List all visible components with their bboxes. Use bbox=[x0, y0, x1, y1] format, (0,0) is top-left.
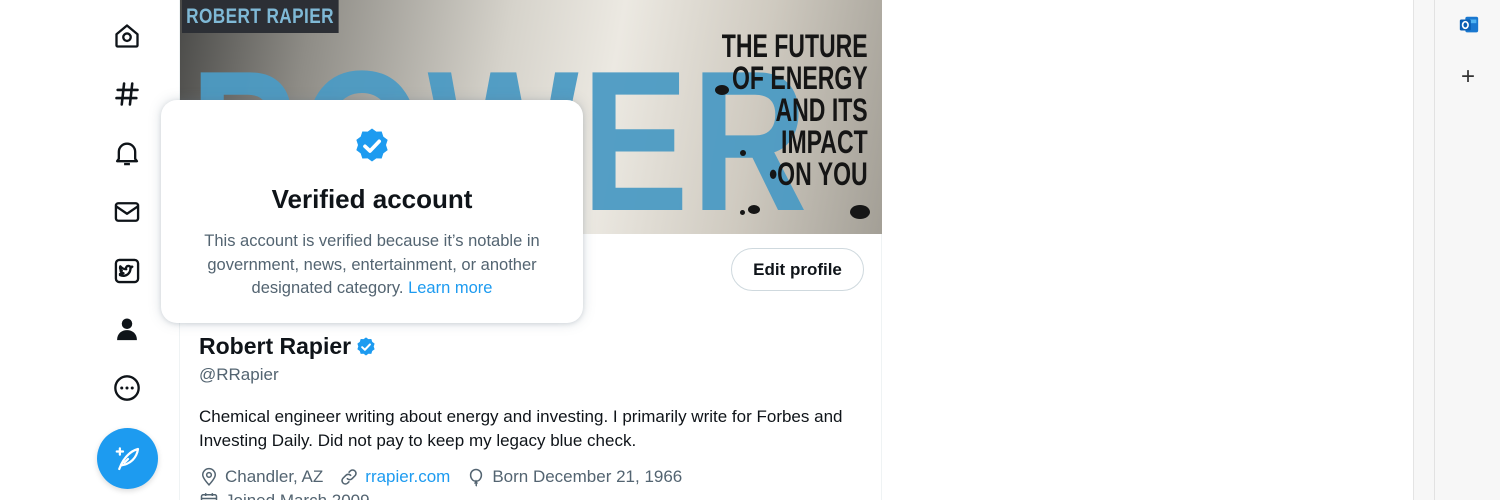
browser-sidebar: + bbox=[1413, 0, 1500, 500]
birthday-text: Born December 21, 1966 bbox=[492, 467, 683, 486]
balloon-icon bbox=[470, 468, 483, 487]
profile-birthday: Born December 21, 1966 bbox=[466, 467, 682, 487]
website-link[interactable]: rrapier.com bbox=[365, 467, 450, 487]
ink-splat bbox=[740, 150, 746, 156]
profile-name: Robert Rapier bbox=[199, 333, 352, 359]
banner-tagline-line: THE FUTURE bbox=[722, 28, 868, 64]
location-text: Chandler, AZ bbox=[225, 467, 324, 486]
banner-tagline-line: AND ITS bbox=[775, 92, 868, 128]
link-icon bbox=[341, 469, 358, 485]
nav-notifications[interactable] bbox=[110, 136, 144, 170]
profile-name-row: Robert Rapier bbox=[199, 333, 377, 360]
popover-body: This account is verified because it’s no… bbox=[183, 230, 561, 301]
verified-badge-icon bbox=[356, 128, 388, 162]
profile-website[interactable]: rrapier.com bbox=[339, 467, 450, 487]
verified-badge-icon[interactable] bbox=[355, 336, 377, 358]
more-circle-icon bbox=[114, 375, 140, 401]
profile-handle: @RRapier bbox=[199, 365, 279, 384]
banner-author-tag: ROBERT RAPIER bbox=[182, 0, 339, 33]
nav-home[interactable] bbox=[110, 19, 144, 53]
location-pin-icon bbox=[201, 467, 217, 487]
ink-splat bbox=[748, 205, 760, 214]
person-icon bbox=[117, 318, 137, 341]
nav-explore[interactable] bbox=[110, 77, 144, 111]
ink-splat bbox=[740, 210, 745, 215]
banner-tagline-line: OF ENERGY bbox=[732, 60, 868, 96]
compose-tweet-button[interactable] bbox=[97, 428, 158, 489]
home-icon bbox=[115, 24, 139, 48]
sidebar-divider bbox=[1434, 0, 1435, 500]
edit-profile-button[interactable]: Edit profile bbox=[731, 248, 864, 291]
outlook-icon[interactable] bbox=[1458, 14, 1480, 36]
nav-twitter-blue[interactable] bbox=[110, 254, 144, 288]
add-sidebar-app-button[interactable]: + bbox=[1458, 65, 1478, 89]
compose-feather-icon bbox=[115, 446, 139, 470]
ink-splat bbox=[715, 85, 729, 95]
bell-icon bbox=[115, 142, 139, 166]
ink-splat bbox=[850, 205, 870, 219]
calendar-icon bbox=[200, 493, 218, 500]
banner-tagline-line: •ON YOU bbox=[769, 156, 868, 192]
hashtag-icon bbox=[115, 82, 139, 106]
envelope-icon bbox=[114, 202, 140, 222]
banner-tagline: THE FUTURE OF ENERGY AND ITS IMPACT •ON … bbox=[722, 30, 868, 190]
profile-meta: Chandler, AZ rrapier.com Born December 2… bbox=[199, 467, 698, 487]
profile-joined: Joined March 2009 bbox=[199, 491, 370, 500]
learn-more-link[interactable]: Learn more bbox=[408, 279, 492, 297]
profile-location: Chandler, AZ bbox=[199, 467, 323, 487]
nav-messages[interactable] bbox=[110, 195, 144, 229]
nav-profile[interactable] bbox=[110, 312, 144, 346]
joined-text: Joined March 2009 bbox=[225, 491, 370, 500]
verified-popover: Verified account This account is verifie… bbox=[161, 100, 583, 323]
twitter-blue-icon bbox=[114, 258, 140, 284]
profile-bio: Chemical engineer writing about energy a… bbox=[199, 407, 843, 450]
nav-more[interactable] bbox=[110, 371, 144, 405]
left-nav bbox=[96, 0, 158, 500]
popover-title: Verified account bbox=[271, 184, 473, 214]
